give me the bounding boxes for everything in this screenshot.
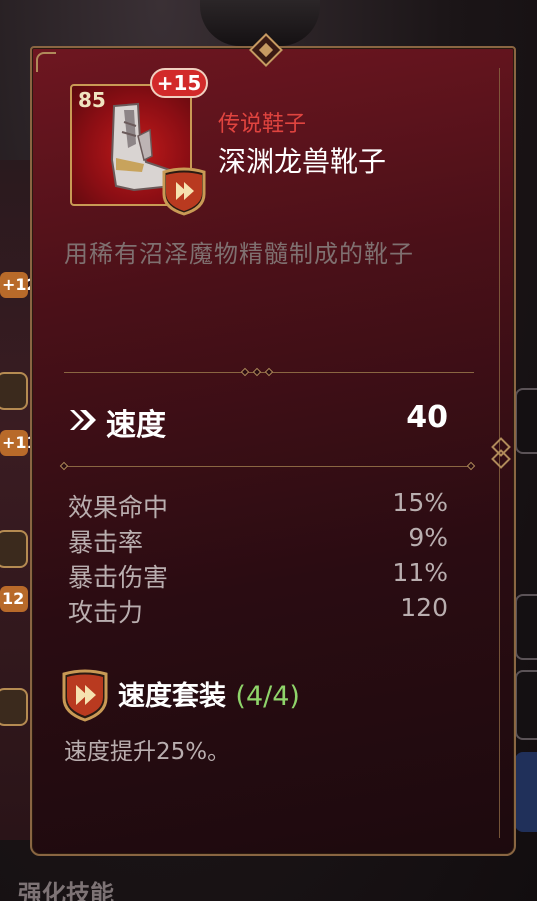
item-name: 深渊龙兽靴子	[218, 145, 387, 178]
inventory-enhance-badge: +11	[0, 430, 38, 456]
enhance-level-badge: +15	[150, 68, 208, 98]
right-ornament	[491, 449, 511, 469]
sub-stat-row: 暴击伤害 11%	[68, 558, 448, 593]
divider	[64, 466, 474, 467]
divider-ornament	[252, 367, 262, 377]
main-stat-label: 速度	[106, 408, 166, 443]
inventory-set-icon[interactable]	[0, 688, 28, 726]
set-name: 速度套装	[118, 681, 226, 712]
divider-ornament	[240, 367, 250, 377]
divider-ornament	[264, 367, 274, 377]
sub-stat-row: 攻击力 120	[68, 593, 448, 628]
inventory-enhance-badge: +12	[0, 272, 38, 298]
item-tooltip-panel: 85 +15 传说鞋子 深渊龙兽靴子 用稀有沼泽魔物精髓制成的靴子 速度 40 …	[30, 33, 516, 856]
item-description: 用稀有沼泽魔物精髓制成的靴子	[64, 240, 414, 268]
inventory-set-icon[interactable]	[0, 530, 28, 568]
speed-arrow-icon	[70, 410, 96, 430]
sub-stat-value: 120	[400, 593, 448, 622]
divider-ornament	[466, 461, 476, 471]
sub-stat-label: 效果命中	[68, 493, 169, 522]
inventory-set-icon[interactable]	[0, 372, 28, 410]
set-count: (4/4)	[235, 681, 300, 712]
sub-stat-value: 15%	[392, 488, 448, 517]
blue-action-button[interactable]	[515, 752, 537, 832]
set-effect: 速度提升25%。	[64, 739, 231, 765]
inventory-strip	[0, 160, 30, 840]
sub-stat-row: 暴击率 9%	[68, 523, 448, 558]
inventory-enhance-badge: 12	[0, 586, 28, 612]
side-button[interactable]	[515, 594, 537, 660]
speed-set-icon	[162, 167, 206, 216]
sub-stat-label: 暴击伤害	[68, 563, 169, 592]
sub-stat-row: 效果命中 15%	[68, 488, 448, 523]
enhance-skill-label: 强化技能	[18, 880, 114, 901]
sub-stat-label: 暴击率	[68, 528, 144, 557]
set-title: 速度套装 (4/4)	[118, 674, 300, 713]
item-rarity: 传说鞋子	[218, 112, 307, 137]
sub-stat-value: 9%	[408, 523, 448, 552]
side-button[interactable]	[515, 670, 537, 740]
speed-set-icon	[62, 669, 108, 722]
main-stat-value: 40	[406, 400, 448, 435]
divider-ornament	[59, 461, 69, 471]
side-button[interactable]	[515, 388, 537, 454]
sub-stat-value: 11%	[392, 558, 448, 587]
corner-ornament	[36, 52, 56, 72]
sub-stats-list: 效果命中 15% 暴击率 9% 暴击伤害 11% 攻击力 120	[68, 488, 448, 628]
sub-stat-label: 攻击力	[68, 598, 144, 627]
